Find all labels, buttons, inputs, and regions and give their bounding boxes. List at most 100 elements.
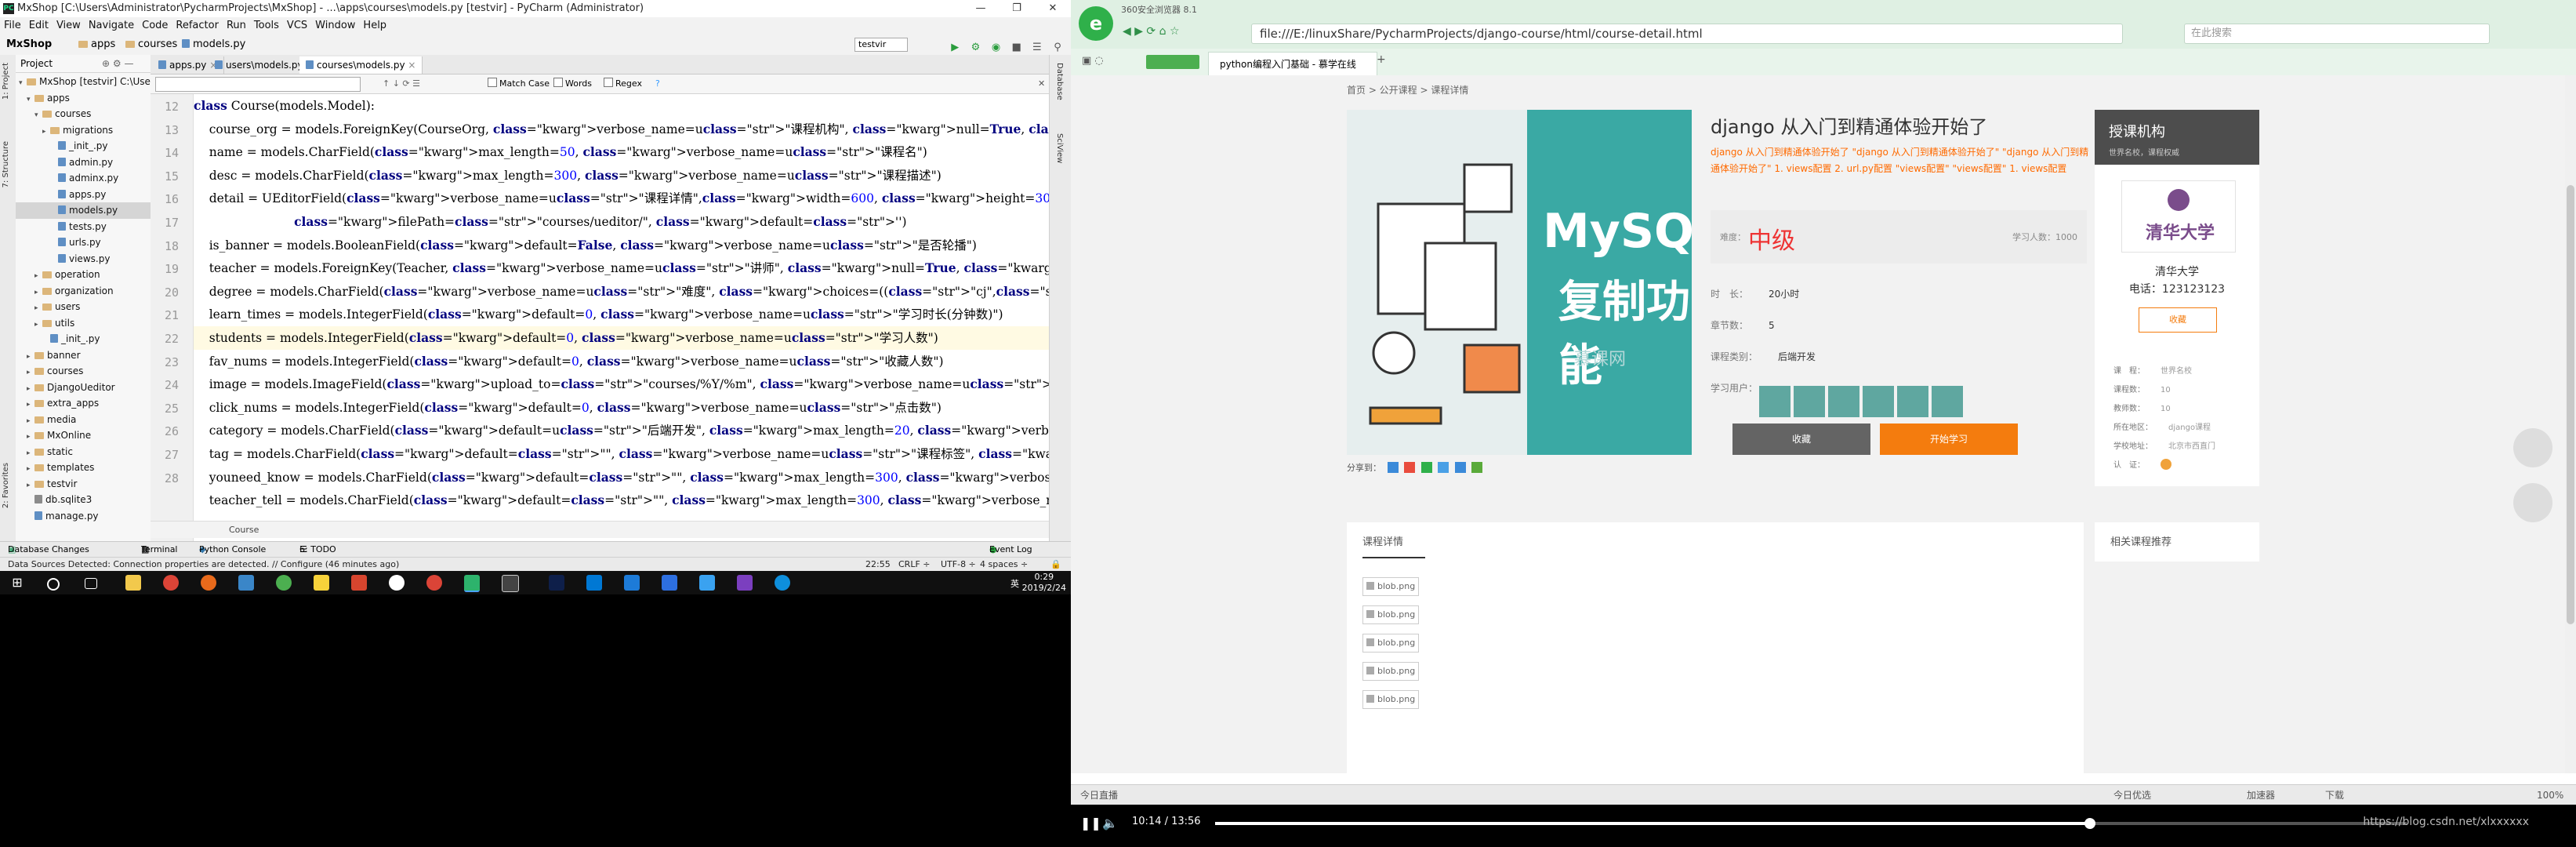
browser-tab-active[interactable]: python编程入门基础 - 慕学在线 xyxy=(1208,52,1377,76)
code-structure-breadcrumb[interactable]: Course xyxy=(151,521,1049,538)
share-tencent-icon[interactable] xyxy=(1438,462,1449,473)
search-icon[interactable]: ⚲ xyxy=(1050,41,1065,55)
tool-tab-sciview[interactable]: SciView xyxy=(1051,133,1064,163)
tree-folder[interactable]: ▸ MxOnline xyxy=(16,427,151,444)
lock-icon[interactable]: 🔒 xyxy=(1050,558,1061,571)
back-to-top-button[interactable] xyxy=(2513,483,2552,522)
tree-folder[interactable]: ▸ utils xyxy=(16,315,151,332)
debug-icon[interactable]: ⚙ xyxy=(968,41,982,55)
menu-item-code[interactable]: Code xyxy=(138,17,172,35)
taskbar-clock[interactable]: 0:29 2019/2/24 xyxy=(1022,572,1066,594)
tree-folder[interactable]: ▾ apps xyxy=(16,90,151,107)
chevron-right-icon[interactable]: ▸ xyxy=(34,285,42,301)
code-line[interactable]: click_nums = models.IntegerField(class="… xyxy=(194,396,1049,420)
learner-avatar[interactable] xyxy=(1863,386,1894,417)
ime-indicator[interactable]: 英 xyxy=(1010,577,1019,590)
menu-item-navigate[interactable]: Navigate xyxy=(85,17,138,35)
breadcrumb-file[interactable]: models.py xyxy=(182,35,245,55)
learner-avatar[interactable] xyxy=(1932,386,1963,417)
close-icon[interactable]: ✕ xyxy=(1035,0,1071,17)
status-cursor-position[interactable]: 22:55 xyxy=(865,558,891,571)
run-config-select[interactable]: testvir xyxy=(854,38,908,52)
code-line[interactable]: class="kwarg">filePath=class="str">"cour… xyxy=(194,210,1049,234)
tree-folder[interactable]: ▸ static xyxy=(16,444,151,460)
code-line[interactable]: fav_nums = models.IntegerField(class="kw… xyxy=(194,350,1049,373)
cortana-icon[interactable] xyxy=(47,578,60,591)
share-weibo-icon[interactable] xyxy=(1404,462,1415,473)
words-checkbox[interactable]: Words xyxy=(553,75,592,93)
chrome-icon[interactable] xyxy=(163,575,179,591)
share-wechat-icon[interactable] xyxy=(1420,462,1432,473)
code-line[interactable]: class Course(models.Model): xyxy=(194,94,1049,118)
tree-folder[interactable]: ▸ testvir xyxy=(16,476,151,493)
menu-item-window[interactable]: Window xyxy=(311,17,359,35)
match-case-checkbox[interactable]: Match Case xyxy=(488,75,550,93)
nav-buttons-icon[interactable]: ◀ ▶ ⟳ ⌂ ☆ xyxy=(1123,25,1180,38)
minimize-icon[interactable]: — xyxy=(963,0,999,17)
pause-icon[interactable]: ❚❚ xyxy=(1080,816,1101,831)
chevron-right-icon[interactable]: ▸ xyxy=(27,478,34,494)
tree-folder[interactable]: ▸ migrations xyxy=(16,122,151,139)
code-line[interactable]: detail = UEditorField(class="kwarg">verb… xyxy=(194,187,1049,210)
chevron-right-icon[interactable]: ▸ xyxy=(42,124,50,140)
course-detail-heading[interactable]: 课程详情 xyxy=(1362,533,1403,548)
tree-folder[interactable]: ▾ courses xyxy=(16,106,151,122)
menu-item-run[interactable]: Run xyxy=(223,17,250,35)
pycharm-taskbar-icon[interactable] xyxy=(464,575,480,592)
favorites-button[interactable] xyxy=(1146,55,1199,69)
status-live[interactable]: 今日直播 xyxy=(1080,785,1118,805)
tree-folder[interactable]: ▸ organization xyxy=(16,283,151,300)
tree-folder[interactable]: ▸ media xyxy=(16,412,151,428)
tree-folder[interactable]: ▸ courses xyxy=(16,363,151,380)
tree-file[interactable]: admin.py xyxy=(16,154,151,171)
chevron-right-icon[interactable]: ▸ xyxy=(27,413,34,430)
status-line-separator[interactable]: CRLF ÷ xyxy=(898,558,931,571)
organization-favorite-button[interactable]: 收藏 xyxy=(2139,307,2217,333)
find-input[interactable] xyxy=(155,77,361,92)
address-bar[interactable]: file:///E:/linuxShare/PycharmProjects/dj… xyxy=(1251,24,2123,44)
tree-folder[interactable]: ▾ MxShop [testvir] C:\Users xyxy=(16,74,159,92)
tree-folder[interactable]: ▸ extra_apps xyxy=(16,395,151,412)
tree-file[interactable]: tests.py xyxy=(16,219,151,235)
video-progress-knob[interactable] xyxy=(2084,818,2095,829)
find-close-icon[interactable]: ✕ xyxy=(1038,75,1045,93)
tool-tab-structure[interactable]: 7: Structure xyxy=(2,141,14,187)
tree-folder[interactable]: ▸ users xyxy=(16,299,151,315)
code-line[interactable]: name = models.CharField(class="kwarg">ma… xyxy=(194,140,1049,164)
chevron-right-icon[interactable]: ▸ xyxy=(27,365,34,381)
chrome-2-icon[interactable] xyxy=(426,575,442,591)
chevron-right-icon[interactable]: ▸ xyxy=(34,268,42,285)
tree-file[interactable]: _init_.py xyxy=(16,331,151,347)
status-encoding[interactable]: UTF-8 ÷ xyxy=(941,558,976,571)
app-circle-icon[interactable] xyxy=(775,575,790,591)
app-white-icon[interactable] xyxy=(389,575,405,591)
chevron-right-icon[interactable]: ▸ xyxy=(27,381,34,398)
app-blue-icon[interactable] xyxy=(662,575,677,591)
search-input[interactable]: 在此搜索 xyxy=(2184,24,2490,44)
chevron-right-icon[interactable]: ▸ xyxy=(27,429,34,445)
chevron-right-icon[interactable]: ▸ xyxy=(34,317,42,333)
code-line[interactable]: learn_times = models.IntegerField(class=… xyxy=(194,303,1049,326)
code-view[interactable]: class Course(models.Model): course_org =… xyxy=(194,94,1049,541)
coverage-icon[interactable]: ◉ xyxy=(989,41,1003,55)
code-line[interactable]: youneed_know = models.CharField(class="k… xyxy=(194,466,1049,489)
project-view-select[interactable]: Project xyxy=(20,55,53,72)
learner-avatar[interactable] xyxy=(1828,386,1859,417)
find-nav-icons[interactable]: ↑ ↓ ⟳ ☰ xyxy=(383,75,420,93)
tree-file[interactable]: models.py xyxy=(16,202,151,219)
breadcrumb-project[interactable]: MxShop xyxy=(6,35,52,55)
code-line[interactable]: teacher = models.ForeignKey(Teacher, cla… xyxy=(194,256,1049,280)
chevron-right-icon[interactable]: ▸ xyxy=(27,445,34,462)
code-line[interactable]: students = models.IntegerField(class="kw… xyxy=(194,326,1049,350)
tree-folder[interactable]: ▸ templates xyxy=(16,460,151,476)
organization-logo[interactable]: 清华大学 xyxy=(2121,180,2236,253)
video-progress-track[interactable] xyxy=(1215,818,2407,829)
chevron-down-icon[interactable]: ▾ xyxy=(19,75,27,92)
tree-file[interactable]: urls.py xyxy=(16,234,151,251)
status-message[interactable]: Data Sources Detected: Connection proper… xyxy=(8,558,399,571)
status-indent[interactable]: 4 spaces ÷ xyxy=(980,558,1028,571)
page-scrollbar[interactable] xyxy=(2565,75,2576,773)
tree-file[interactable]: views.py xyxy=(16,251,151,267)
editor-tab[interactable]: courses\models.py × xyxy=(299,56,423,74)
regex-checkbox[interactable]: Regex xyxy=(604,75,642,93)
